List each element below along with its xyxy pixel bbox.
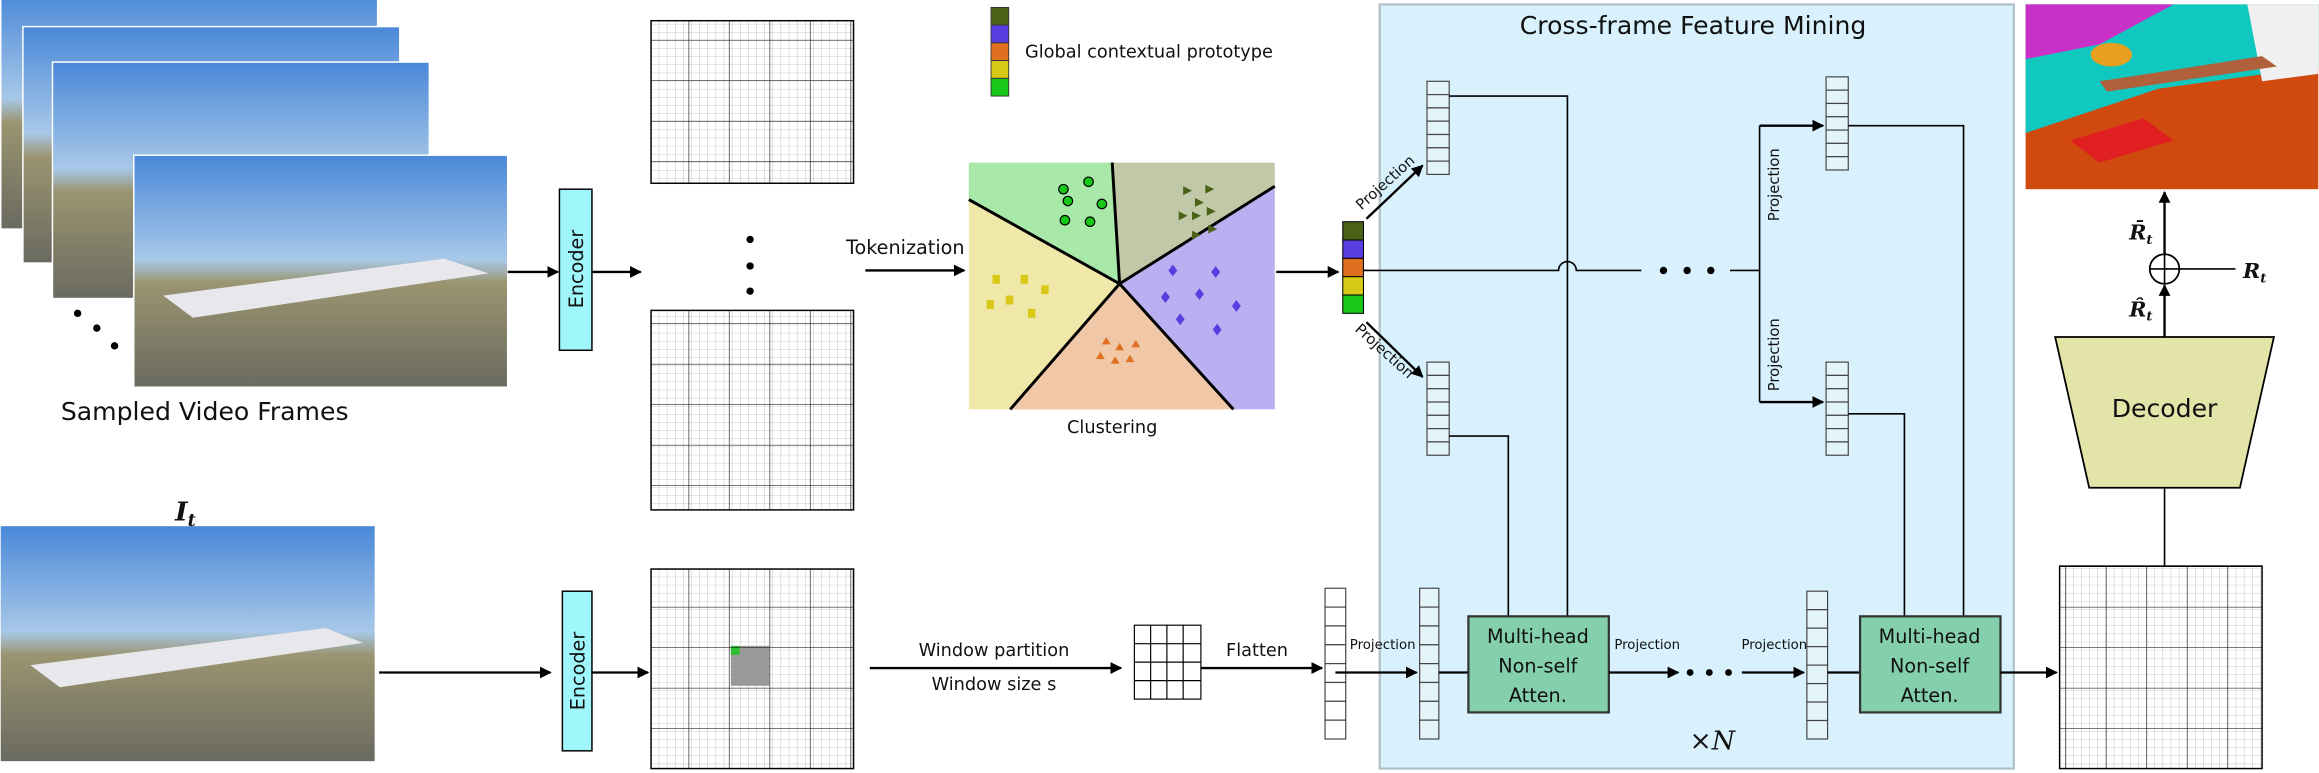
ellipsis-dot	[73, 309, 82, 318]
encoder-bottom-label: Encoder	[567, 632, 590, 711]
svg-text:Non-self: Non-self	[1890, 654, 1970, 677]
current-feature-grid	[650, 568, 855, 770]
repeat-n-label: ×N	[1689, 725, 1736, 756]
global-prototype-tokens	[1342, 221, 1364, 314]
tokenization-label: Tokenization	[845, 236, 965, 259]
r-label: Rt	[2242, 259, 2267, 286]
segmentation-output-image	[2025, 4, 2319, 190]
refined-feature-grid	[2058, 565, 2263, 770]
ellipsis-dot	[93, 324, 101, 332]
encoder-top-label: Encoder	[565, 230, 588, 309]
feature-map-grid	[650, 19, 855, 185]
projection-label: Projection	[1766, 318, 1783, 391]
multi-head-attention-block: Multi-head Non-self Atten.	[1467, 615, 1610, 714]
clustering-label: Clustering	[1067, 418, 1157, 438]
svg-text:Atten.: Atten.	[1901, 684, 1959, 707]
projection-label: Projection	[1350, 638, 1416, 653]
r-bar-label: R̄t	[2128, 220, 2153, 248]
window-grid	[1133, 624, 1202, 700]
r-hat-label: R̂t	[2128, 297, 2153, 324]
ellipsis-dot	[110, 342, 119, 350]
projection-label: Projection	[1766, 148, 1783, 221]
current-frame-label: It	[174, 496, 196, 531]
clustering-plot	[968, 162, 1276, 411]
flatten-label: Flatten	[1226, 641, 1288, 661]
decoder: Decoder	[2054, 336, 2276, 489]
legend-label: Global contextual prototype	[1025, 43, 1273, 63]
projection-label: Projection	[1741, 638, 1807, 653]
key-vector	[1825, 76, 1849, 171]
value-vector	[1825, 361, 1849, 456]
window-partition-label: Window partition	[919, 641, 1070, 661]
sampled-frames-label: Sampled Video Frames	[61, 397, 349, 426]
prototype-legend-bar	[990, 6, 1010, 97]
feature-map-grid	[650, 309, 855, 511]
multi-head-attention-block: Multi-head Non-self Atten.	[1858, 615, 2002, 714]
svg-text:Decoder: Decoder	[2112, 394, 2218, 423]
key-vector	[1426, 80, 1450, 175]
query-vector	[1419, 587, 1440, 740]
query-vector	[1806, 590, 1829, 740]
svg-text:Non-self: Non-self	[1498, 654, 1578, 677]
value-vector	[1426, 361, 1450, 456]
panel-title: Cross-frame Feature Mining	[1520, 11, 1867, 40]
svg-text:Atten.: Atten.	[1509, 684, 1567, 707]
diagram: Sampled Video Frames Encoder Tokenizatio…	[0, 0, 2319, 773]
projection-label: Projection	[1614, 638, 1680, 653]
architecture-diagram: Sampled Video Frames Encoder Tokenizatio…	[0, 0, 2319, 770]
svg-text:Multi-head: Multi-head	[1487, 625, 1589, 648]
flattened-tokens	[1324, 587, 1347, 740]
window-size-label: Window size s	[932, 675, 1057, 695]
svg-text:Multi-head: Multi-head	[1879, 625, 1981, 648]
sampled-video-frames	[0, 0, 509, 388]
